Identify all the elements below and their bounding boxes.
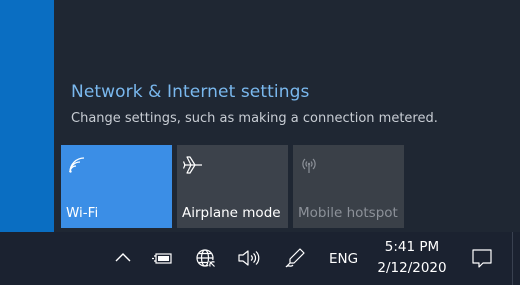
clock-time: 5:41 PM xyxy=(384,239,440,255)
battery-icon[interactable] xyxy=(151,246,175,270)
wifi-icon xyxy=(66,154,88,176)
notification-icon[interactable] xyxy=(470,246,494,270)
tile-mobile-hotspot[interactable]: Mobile hotspot xyxy=(293,145,404,228)
chevron-up-icon[interactable] xyxy=(111,246,135,270)
airplane-icon xyxy=(182,154,204,176)
desktop-background xyxy=(0,0,54,232)
volume-icon[interactable] xyxy=(236,246,260,270)
network-flyout: Network & Internet settings Change setti… xyxy=(54,0,520,232)
network-settings-link[interactable]: Network & Internet settings xyxy=(71,82,309,102)
network-icon[interactable] xyxy=(194,246,218,270)
pen-icon[interactable] xyxy=(283,246,307,270)
show-desktop-button[interactable] xyxy=(512,232,520,285)
clock-date: 2/12/2020 xyxy=(377,260,447,276)
taskbar: ENG 5:41 PM 2/12/2020 xyxy=(0,232,520,285)
tile-wifi[interactable]: Wi-Fi xyxy=(61,145,172,228)
tile-mobile-hotspot-label: Mobile hotspot xyxy=(298,205,398,221)
tile-wifi-label: Wi-Fi xyxy=(66,205,99,221)
input-language-indicator[interactable]: ENG xyxy=(329,251,358,267)
tile-airplane-mode-label: Airplane mode xyxy=(182,205,281,221)
tile-airplane-mode[interactable]: Airplane mode xyxy=(177,145,288,228)
network-settings-description: Change settings, such as making a connec… xyxy=(71,111,438,126)
hotspot-icon xyxy=(298,154,320,176)
clock[interactable]: 5:41 PM 2/12/2020 xyxy=(372,237,452,279)
